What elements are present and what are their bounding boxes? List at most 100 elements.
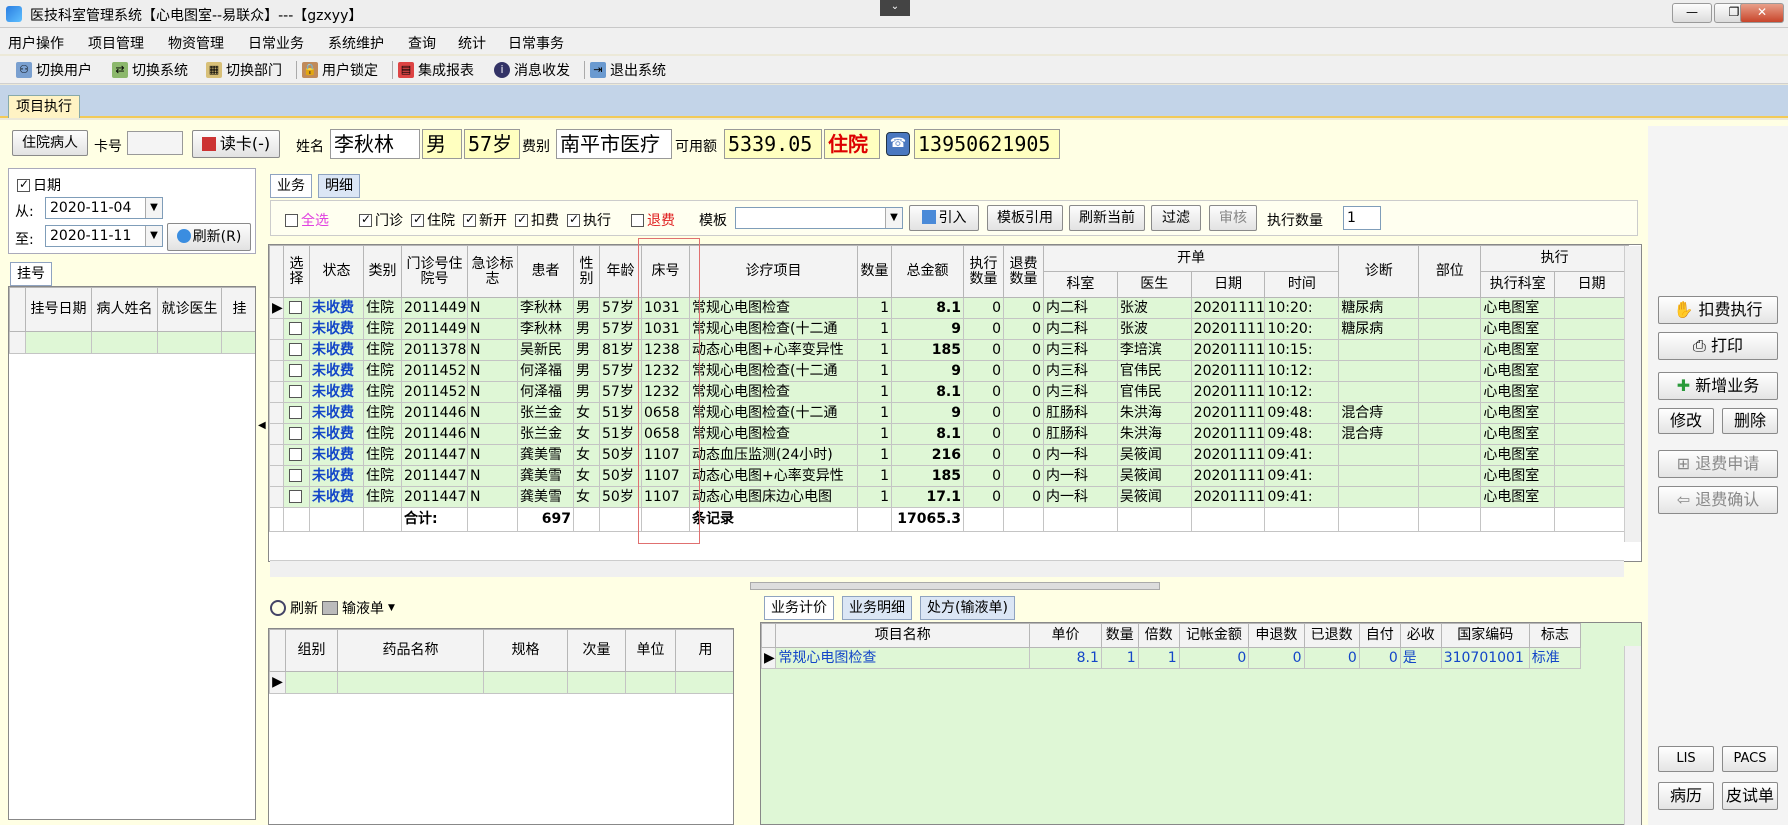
report-button[interactable]: ▤ 集成报表 [398, 60, 474, 80]
col-total[interactable]: 总金额 [891, 245, 964, 298]
charged-checkbox[interactable]: 扣费 [515, 210, 559, 230]
row-select-checkbox[interactable] [283, 360, 310, 382]
menu-daily-affairs[interactable]: 日常事务 [508, 33, 564, 53]
chevron-down-icon[interactable]: ▼ [388, 603, 395, 613]
new-open-checkbox[interactable]: 新开 [463, 210, 507, 230]
col-unit[interactable]: 单位 [625, 629, 676, 672]
switch-system-button[interactable]: ⇄ 切换系统 [112, 60, 188, 80]
table-row[interactable]: 未收费 住院 2011449 N 李秋林男 57岁 1031 常规心电图检查(十二通 1 9 0 0 内… [269, 318, 1629, 340]
from-date-input[interactable]: 2020-11-04 ▼ [45, 197, 163, 219]
select-all-checkbox[interactable]: 全选 [285, 210, 329, 230]
dropdown-icon[interactable]: ▼ [145, 198, 162, 218]
date-checkbox[interactable]: 日期 [17, 175, 61, 195]
read-card-button[interactable]: 读卡(-) [192, 130, 280, 158]
import-button[interactable]: 引入 [909, 205, 979, 231]
col-exec-dept[interactable]: 执行科室 [1480, 271, 1556, 298]
table-row[interactable]: 未收费 住院 2011452 N 何泽福男 57岁 1232 常规心电图检查 1 8.1 0 0 内三科… [269, 381, 1629, 403]
col-usage[interactable]: 用 [675, 629, 733, 672]
col-group-exec[interactable]: 执行 [1480, 245, 1629, 272]
col-spec[interactable]: 规格 [483, 629, 568, 672]
row-select-checkbox[interactable] [283, 465, 310, 487]
dropdown-icon[interactable]: ▼ [145, 226, 162, 246]
tab-project-execution[interactable]: 项目执行 [8, 95, 80, 118]
refund-confirm-button[interactable]: ⇦ 退费确认 [1658, 486, 1778, 514]
table-row[interactable]: 未收费 住院 2011447 N 龚美雪女 50岁 1107 动态血压监测(24小时) 1 216… [269, 444, 1629, 466]
card-input[interactable] [127, 131, 183, 155]
row-select-checkbox[interactable] [283, 318, 310, 340]
pricing-scrollbar[interactable] [1624, 646, 1641, 825]
col-status[interactable]: 状态 [309, 245, 364, 298]
col-multiple[interactable]: 倍数 [1137, 623, 1180, 648]
row-select-checkbox[interactable] [283, 339, 310, 361]
table-row[interactable]: ▶ 未收费 住院 2011449 N 李秋林男 57岁 1031 常规心电图检查 1 8.1 0 0 内二… [269, 297, 1629, 319]
delete-button[interactable]: 删除 [1722, 408, 1778, 434]
row-select-checkbox[interactable] [283, 486, 310, 508]
close-button[interactable]: ✕ [1740, 3, 1784, 23]
message-button[interactable]: i 消息收发 [494, 60, 570, 80]
row-select-checkbox[interactable] [283, 297, 310, 319]
col-item[interactable]: 诊疗项目 [689, 245, 858, 298]
row-select-checkbox[interactable] [283, 381, 310, 403]
add-business-button[interactable]: ✚ 新增业务 [1658, 372, 1778, 400]
col-age[interactable]: 年龄 [599, 245, 642, 298]
col-reg-more[interactable]: 挂 [221, 287, 255, 332]
col-open-time[interactable]: 时间 [1264, 271, 1340, 298]
review-button[interactable]: 审核 [1209, 205, 1257, 231]
col-apply-refund[interactable]: 申退数 [1248, 623, 1305, 648]
col-unit-price[interactable]: 单价 [1029, 623, 1102, 648]
edit-button[interactable]: 修改 [1658, 408, 1714, 434]
minimize-button[interactable]: — [1672, 3, 1712, 23]
col-self-pay[interactable]: 自付 [1358, 623, 1401, 648]
tab-business-pricing[interactable]: 业务计价 [764, 596, 834, 620]
template-ref-button[interactable]: 模板引用 [987, 205, 1063, 231]
medical-record-button[interactable]: 病历 [1658, 782, 1714, 810]
menu-user-ops[interactable]: 用户操作 [8, 33, 64, 53]
col-diagnosis[interactable]: 诊断 [1338, 245, 1420, 298]
skin-test-button[interactable]: 皮试单 [1722, 782, 1778, 810]
lis-button[interactable]: LIS [1658, 746, 1714, 772]
menu-material-mgmt[interactable]: 物资管理 [168, 33, 224, 53]
table-row[interactable]: ▶ 常规心电图检查 8.1 1 1 0 0 0 0 是 310701001 标准 [761, 647, 1582, 669]
splitter-handle[interactable] [750, 582, 1160, 590]
col-required[interactable]: 必收 [1399, 623, 1442, 648]
col-open-dept[interactable]: 科室 [1043, 271, 1118, 298]
executed-checkbox[interactable]: 执行 [567, 210, 611, 230]
col-exec-date[interactable]: 日期 [1554, 271, 1629, 298]
exec-qty-input[interactable]: 1 [1343, 206, 1381, 230]
horizontal-scrollbar[interactable] [270, 560, 1624, 577]
to-date-input[interactable]: 2020-11-11 ▼ [45, 225, 163, 247]
tab-detail[interactable]: 明细 [318, 174, 360, 198]
drug-refresh-button[interactable]: 刷新 [290, 598, 318, 618]
col-patient-name[interactable]: 病人姓名 [91, 287, 158, 332]
menu-project-mgmt[interactable]: 项目管理 [88, 33, 144, 53]
col-select[interactable]: 选择 [283, 245, 310, 298]
tab-prescription[interactable]: 处方(输液单) [920, 596, 1015, 620]
col-quantity[interactable]: 数量 [1100, 623, 1139, 648]
col-patient[interactable]: 患者 [517, 245, 574, 298]
row-select-checkbox[interactable] [283, 423, 310, 445]
user-lock-button[interactable]: 🔒 用户锁定 [302, 60, 378, 80]
table-row[interactable]: 未收费 住院 2011447 N 龚美雪女 50岁 1107 动态心电图床边心电图 1 17.1 0… [269, 486, 1629, 508]
table-row[interactable]: 未收费 住院 2011378 N 吴新民男 81岁 1238 动态心电图+心率变异性 1 185 0… [269, 339, 1629, 361]
tab-business-detail[interactable]: 业务明细 [842, 596, 912, 620]
inpatient-checkbox[interactable]: 住院 [411, 210, 455, 230]
table-row[interactable]: 未收费 住院 2011447 N 龚美雪女 50岁 1107 动态心电图+心率变异性 1 185 0… [269, 465, 1629, 487]
row-select-checkbox[interactable] [283, 402, 310, 424]
switch-dept-button[interactable]: ▦ 切换部门 [206, 60, 282, 80]
row-select-checkbox[interactable] [283, 444, 310, 466]
tab-business[interactable]: 业务 [270, 174, 312, 198]
col-group-open[interactable]: 开单 [1042, 245, 1340, 272]
refresh-current-button[interactable]: 刷新当前 [1069, 205, 1145, 231]
patient-type-button[interactable]: 住院病人 [12, 130, 88, 156]
col-refunded[interactable]: 已退数 [1303, 623, 1360, 648]
table-row[interactable]: 未收费 住院 2011446 N 张兰金女 51岁 0658 常规心电图检查 1 8.1 0 0 肛肠科… [269, 423, 1629, 445]
col-refund-qty[interactable]: 退费数量 [1003, 245, 1044, 298]
col-flag[interactable]: 标志 [1528, 623, 1582, 648]
title-grip-icon[interactable]: ⌄ [880, 0, 910, 16]
table-row[interactable]: 未收费 住院 2011452 N 何泽福男 57岁 1232 常规心电图检查(十二通 1 9 0 0 内… [269, 360, 1629, 382]
tab-registration[interactable]: 挂号 [10, 262, 52, 286]
exit-system-button[interactable]: ⇥ 退出系统 [590, 60, 666, 80]
col-exec-qty[interactable]: 执行数量 [963, 245, 1004, 298]
col-visit-no[interactable]: 门诊号住院号 [401, 245, 468, 298]
table-row[interactable]: 未收费 住院 2011446 N 张兰金女 51岁 0658 常规心电图检查(十二通 1 9 0 0 肛… [269, 402, 1629, 424]
